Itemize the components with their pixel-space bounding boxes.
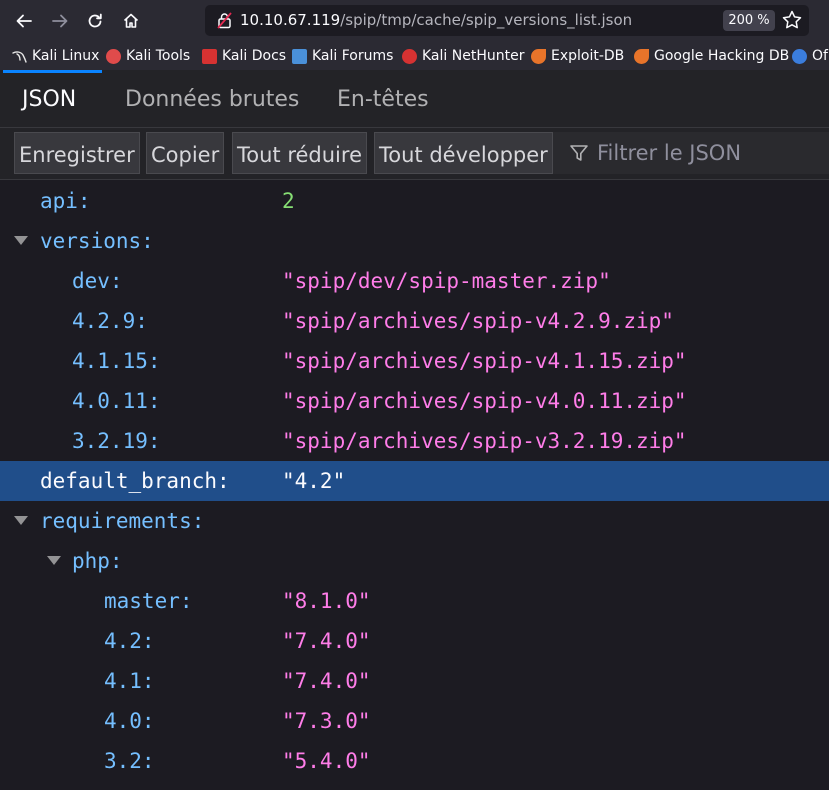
kali-dragon-icon: [12, 49, 27, 64]
filter-icon: [569, 143, 589, 167]
bookmark-kali-forums[interactable]: Kali Forums: [292, 46, 393, 66]
json-value: "7.3.0": [282, 709, 371, 733]
json-row-php-4-1[interactable]: 4.1: "7.4.0": [0, 661, 829, 701]
bookmark-label: Exploit-DB: [551, 48, 625, 64]
json-key: 4.2:: [104, 629, 155, 653]
expand-all-button[interactable]: Tout développer: [374, 132, 553, 174]
json-key: 4.0:: [104, 709, 155, 733]
bookmark-offsec[interactable]: Of: [792, 46, 828, 66]
json-key: 3.2.19:: [72, 429, 161, 453]
json-row-master[interactable]: master: "8.1.0": [0, 581, 829, 621]
bookmark-kali-tools[interactable]: Kali Tools: [106, 46, 190, 66]
copy-button[interactable]: Copier: [146, 132, 225, 174]
bookmarks-bar: Kali Linux Kali Tools Kali Docs Kali For…: [0, 42, 829, 70]
json-row-4-2-9[interactable]: 4.2.9: "spip/archives/spip-v4.2.9.zip": [0, 301, 829, 341]
bookmark-label: Kali NetHunter: [422, 48, 525, 64]
json-key: master:: [104, 589, 193, 613]
json-key: 3.2:: [104, 749, 155, 773]
json-row-dev[interactable]: dev: "spip/dev/spip-master.zip": [0, 261, 829, 301]
json-key: php:: [72, 549, 123, 573]
kali-docs-icon: [202, 48, 217, 64]
json-value: "8.1.0": [282, 589, 371, 613]
bookmark-label: Kali Forums: [312, 48, 394, 64]
json-key: requirements:: [40, 509, 205, 533]
json-tree: api: 2 versions: dev: "spip/dev/spip-mas…: [0, 181, 829, 790]
json-viewer-tabs: JSON Données brutes En-têtes: [0, 70, 829, 128]
tab-headers[interactable]: En-têtes: [337, 70, 429, 128]
navigation-bar: 10.10.67.119/spip/tmp/cache/spip_version…: [0, 0, 829, 42]
bookmark-star-icon[interactable]: [781, 9, 803, 35]
home-icon[interactable]: [116, 6, 146, 36]
filter-json-input[interactable]: [597, 132, 827, 174]
json-key: versions:: [40, 229, 154, 253]
bookmark-kali-linux[interactable]: Kali Linux: [12, 46, 99, 66]
json-value: "5.4.0": [282, 749, 371, 773]
json-row-php-4-2[interactable]: 4.2: "7.4.0": [0, 621, 829, 661]
url-bar[interactable]: 10.10.67.119/spip/tmp/cache/spip_version…: [205, 5, 809, 36]
lock-icon[interactable]: [217, 12, 232, 33]
json-value: "7.4.0": [282, 669, 371, 693]
expand-toggle-icon[interactable]: [47, 556, 61, 565]
expand-toggle-icon[interactable]: [14, 516, 28, 525]
bookmark-label: Google Hacking DB: [654, 48, 790, 64]
kali-tools-icon: [106, 48, 121, 64]
json-value: "7.4.0": [282, 629, 371, 653]
json-row-4-1-15[interactable]: 4.1.15: "spip/archives/spip-v4.1.15.zip": [0, 341, 829, 381]
json-key: default_branch:: [40, 469, 230, 493]
url-path: /spip/tmp/cache/spip_versions_list.json: [340, 11, 633, 29]
bookmark-label: Kali Linux: [32, 48, 100, 64]
url-host: 10.10.67.119: [240, 11, 341, 29]
expand-toggle-icon[interactable]: [14, 236, 28, 245]
bookmark-label: Kali Tools: [126, 48, 191, 64]
tab-raw-data[interactable]: Données brutes: [125, 70, 299, 128]
bookmark-kali-docs[interactable]: Kali Docs: [202, 46, 286, 66]
bookmark-exploit-db[interactable]: Exploit-DB: [531, 46, 624, 66]
json-value: "spip/archives/spip-v3.2.19.zip": [282, 429, 687, 453]
json-toolbar: Enregistrer Copier Tout réduire Tout dév…: [0, 128, 829, 180]
save-button[interactable]: Enregistrer: [14, 132, 140, 174]
json-row-4-0-11[interactable]: 4.0.11: "spip/archives/spip-v4.0.11.zip": [0, 381, 829, 421]
json-value: 2: [282, 189, 295, 213]
forward-icon[interactable]: [45, 6, 75, 36]
json-key: 4.2.9:: [72, 309, 148, 333]
json-value: "spip/archives/spip-v4.0.11.zip": [282, 389, 687, 413]
nethunter-icon: [402, 48, 417, 64]
exploit-db-icon: [531, 48, 546, 64]
json-row-default-branch[interactable]: default_branch: "4.2": [0, 461, 829, 501]
offsec-icon: [792, 48, 807, 64]
bookmark-label: Kali Docs: [222, 48, 287, 64]
json-row-php[interactable]: php:: [0, 541, 829, 581]
bookmark-google-hacking-db[interactable]: Google Hacking DB: [634, 46, 789, 66]
reload-icon[interactable]: [80, 6, 110, 36]
back-icon[interactable]: [9, 6, 39, 36]
bookmark-kali-nethunter[interactable]: Kali NetHunter: [402, 46, 524, 66]
json-value: "4.2": [282, 469, 346, 493]
filter-box: [552, 132, 829, 174]
json-row-versions[interactable]: versions:: [0, 221, 829, 261]
json-row-php-4-0[interactable]: 4.0: "7.3.0": [0, 701, 829, 741]
url-text: 10.10.67.119/spip/tmp/cache/spip_version…: [240, 5, 632, 36]
json-key: 4.1:: [104, 669, 155, 693]
json-row-php-3-2[interactable]: 3.2: "5.4.0": [0, 741, 829, 781]
kali-forums-icon: [292, 48, 307, 64]
json-row-requirements[interactable]: requirements:: [0, 501, 829, 541]
json-value: "spip/archives/spip-v4.1.15.zip": [282, 349, 687, 373]
tab-json[interactable]: JSON: [22, 70, 76, 128]
json-key: dev:: [72, 269, 123, 293]
bookmark-label: Of: [812, 48, 828, 64]
zoom-level-button[interactable]: 200 %: [723, 10, 775, 31]
collapse-all-button[interactable]: Tout réduire: [232, 132, 367, 174]
json-value: "spip/dev/spip-master.zip": [282, 269, 611, 293]
json-key: api:: [40, 189, 91, 213]
json-row-api[interactable]: api: 2: [0, 181, 829, 221]
json-key: 4.0.11:: [72, 389, 161, 413]
json-value: "spip/archives/spip-v4.2.9.zip": [282, 309, 674, 333]
json-key: 4.1.15:: [72, 349, 161, 373]
json-row-3-2-19[interactable]: 3.2.19: "spip/archives/spip-v3.2.19.zip": [0, 421, 829, 461]
ghdb-icon: [634, 48, 649, 64]
